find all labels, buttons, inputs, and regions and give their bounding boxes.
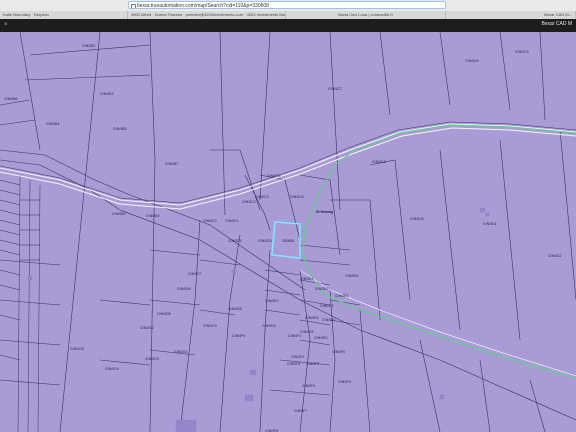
- address-text: bexar.trueautomation.com/map/Search?cid=…: [137, 3, 269, 9]
- app-header: × Bexar CAD M: [0, 19, 576, 32]
- tab-bexar-cad[interactable]: Bexar CAD M...: [446, 11, 576, 19]
- map-canvas[interactable]: [0, 32, 576, 432]
- parcel-label: G/N/0F0: [332, 350, 346, 354]
- parcel-label: G/N/0B7: [165, 162, 179, 166]
- parcel-label: G/N/0E0: [265, 299, 279, 303]
- parcel-label: G/N/0G3: [145, 357, 159, 361]
- parcel-label: G/N/0B3: [100, 92, 114, 96]
- parcel-label: G/N/0F2: [291, 355, 305, 359]
- parcel-label: G/N/0C4: [267, 174, 281, 178]
- parcel-label: G/N/0G2: [140, 326, 154, 330]
- parcel-label: G/N/0E7: [322, 318, 336, 322]
- parcel-map[interactable]: G/N/0B2 G/N/0B3 G/N/0B4 G/N/0B5 G/N/0B6 G/N/0…: [0, 32, 576, 432]
- parcel-label: G/N/0G4: [105, 367, 119, 371]
- parcel-label: G/N/0C8: [410, 217, 424, 221]
- parcel-label: G/N/0C5: [290, 195, 304, 199]
- address-bar[interactable]: bexar.trueautomation.com/map/Search?cid=…: [128, 1, 446, 9]
- parcel-label: G/N/0B6: [4, 97, 18, 101]
- parcel-label: G/N/0C0: [203, 219, 217, 223]
- parcel-label: G/N/0C1: [225, 219, 239, 223]
- parcel-label: G/N/0C2: [242, 200, 256, 204]
- parcel-label: G/N/0F9: [232, 334, 246, 338]
- parcel-label: G/N/0E6: [305, 316, 319, 320]
- parcel-label: G/N/0D6: [177, 287, 191, 291]
- parcel-label: G/N/0G1: [174, 350, 188, 354]
- parcel-label: G/N/0G5: [70, 347, 84, 351]
- parcel-label: G/N/0F1: [288, 334, 302, 338]
- tab-dropbox[interactable]: Katie Boundary · Dropbox: [0, 11, 128, 19]
- parcel-label: G/N/0D0: [465, 59, 479, 63]
- parcel-label: G/N/0D3: [258, 239, 272, 243]
- parcel-label: G/N/0F5: [287, 362, 301, 366]
- app-title: Bexar CAD M: [541, 21, 572, 27]
- parcel-label: G/N/0D8: [228, 307, 242, 311]
- parcel-label: G/N/0E1: [300, 277, 314, 281]
- parcel-label: G/N/0E8: [300, 330, 314, 334]
- parcel-label: G/N/0D2: [548, 254, 562, 258]
- parcel-label: G/N/0E2: [315, 287, 329, 291]
- parcel-label: G/N/0F6: [302, 384, 316, 388]
- road-label-st-hedwig: St Hedwig: [316, 210, 333, 214]
- parcel-label: G/N/0B5: [113, 127, 127, 131]
- parcel-label: G/N/0C6: [372, 160, 386, 164]
- parcel-label: G/N/0E4: [335, 294, 349, 298]
- lock-icon: [131, 4, 136, 8]
- parcel-label: G/N/0B8: [112, 212, 126, 216]
- parcel-label: G/N/0F3: [306, 362, 320, 366]
- close-icon[interactable]: ×: [4, 22, 8, 28]
- parcel-label: G/N/0C7: [328, 87, 342, 91]
- parcel-label: G/N/0D5: [157, 312, 171, 316]
- parcel-label: G/N/0E3: [320, 304, 334, 308]
- parcel-label: G/N/0G0: [203, 324, 217, 328]
- selected-parcel-label: 330608: [282, 239, 294, 243]
- parcel-label: G/N/0C3: [255, 195, 269, 199]
- parcel-label: G/N/0B2: [82, 44, 96, 48]
- parcel-label: G/N/0D4: [228, 239, 242, 243]
- parcel-label: G/N/0C9: [515, 50, 529, 54]
- parcel-label: G/N/0B4: [46, 122, 60, 126]
- parcel-label: G/N/0B9: [146, 214, 160, 218]
- tab-mail[interactable]: 4900 Alfred · Donna Thames · pvender@420…: [128, 11, 286, 19]
- parcel-label: G/N/0F7: [294, 409, 308, 413]
- parcel-label: G/N/0D7: [188, 272, 202, 276]
- parcel-label: G/N/0F4: [338, 380, 352, 384]
- parcel-label: G/N/0E9: [314, 336, 328, 340]
- parcel-label: G/N/0E5: [345, 274, 359, 278]
- parcel-label: G/N/0D9: [262, 324, 276, 328]
- tab-contractmls[interactable]: Maria Ceci Luna | contractMLS: [286, 11, 446, 19]
- parcel-label: G/N/0D1: [483, 222, 497, 226]
